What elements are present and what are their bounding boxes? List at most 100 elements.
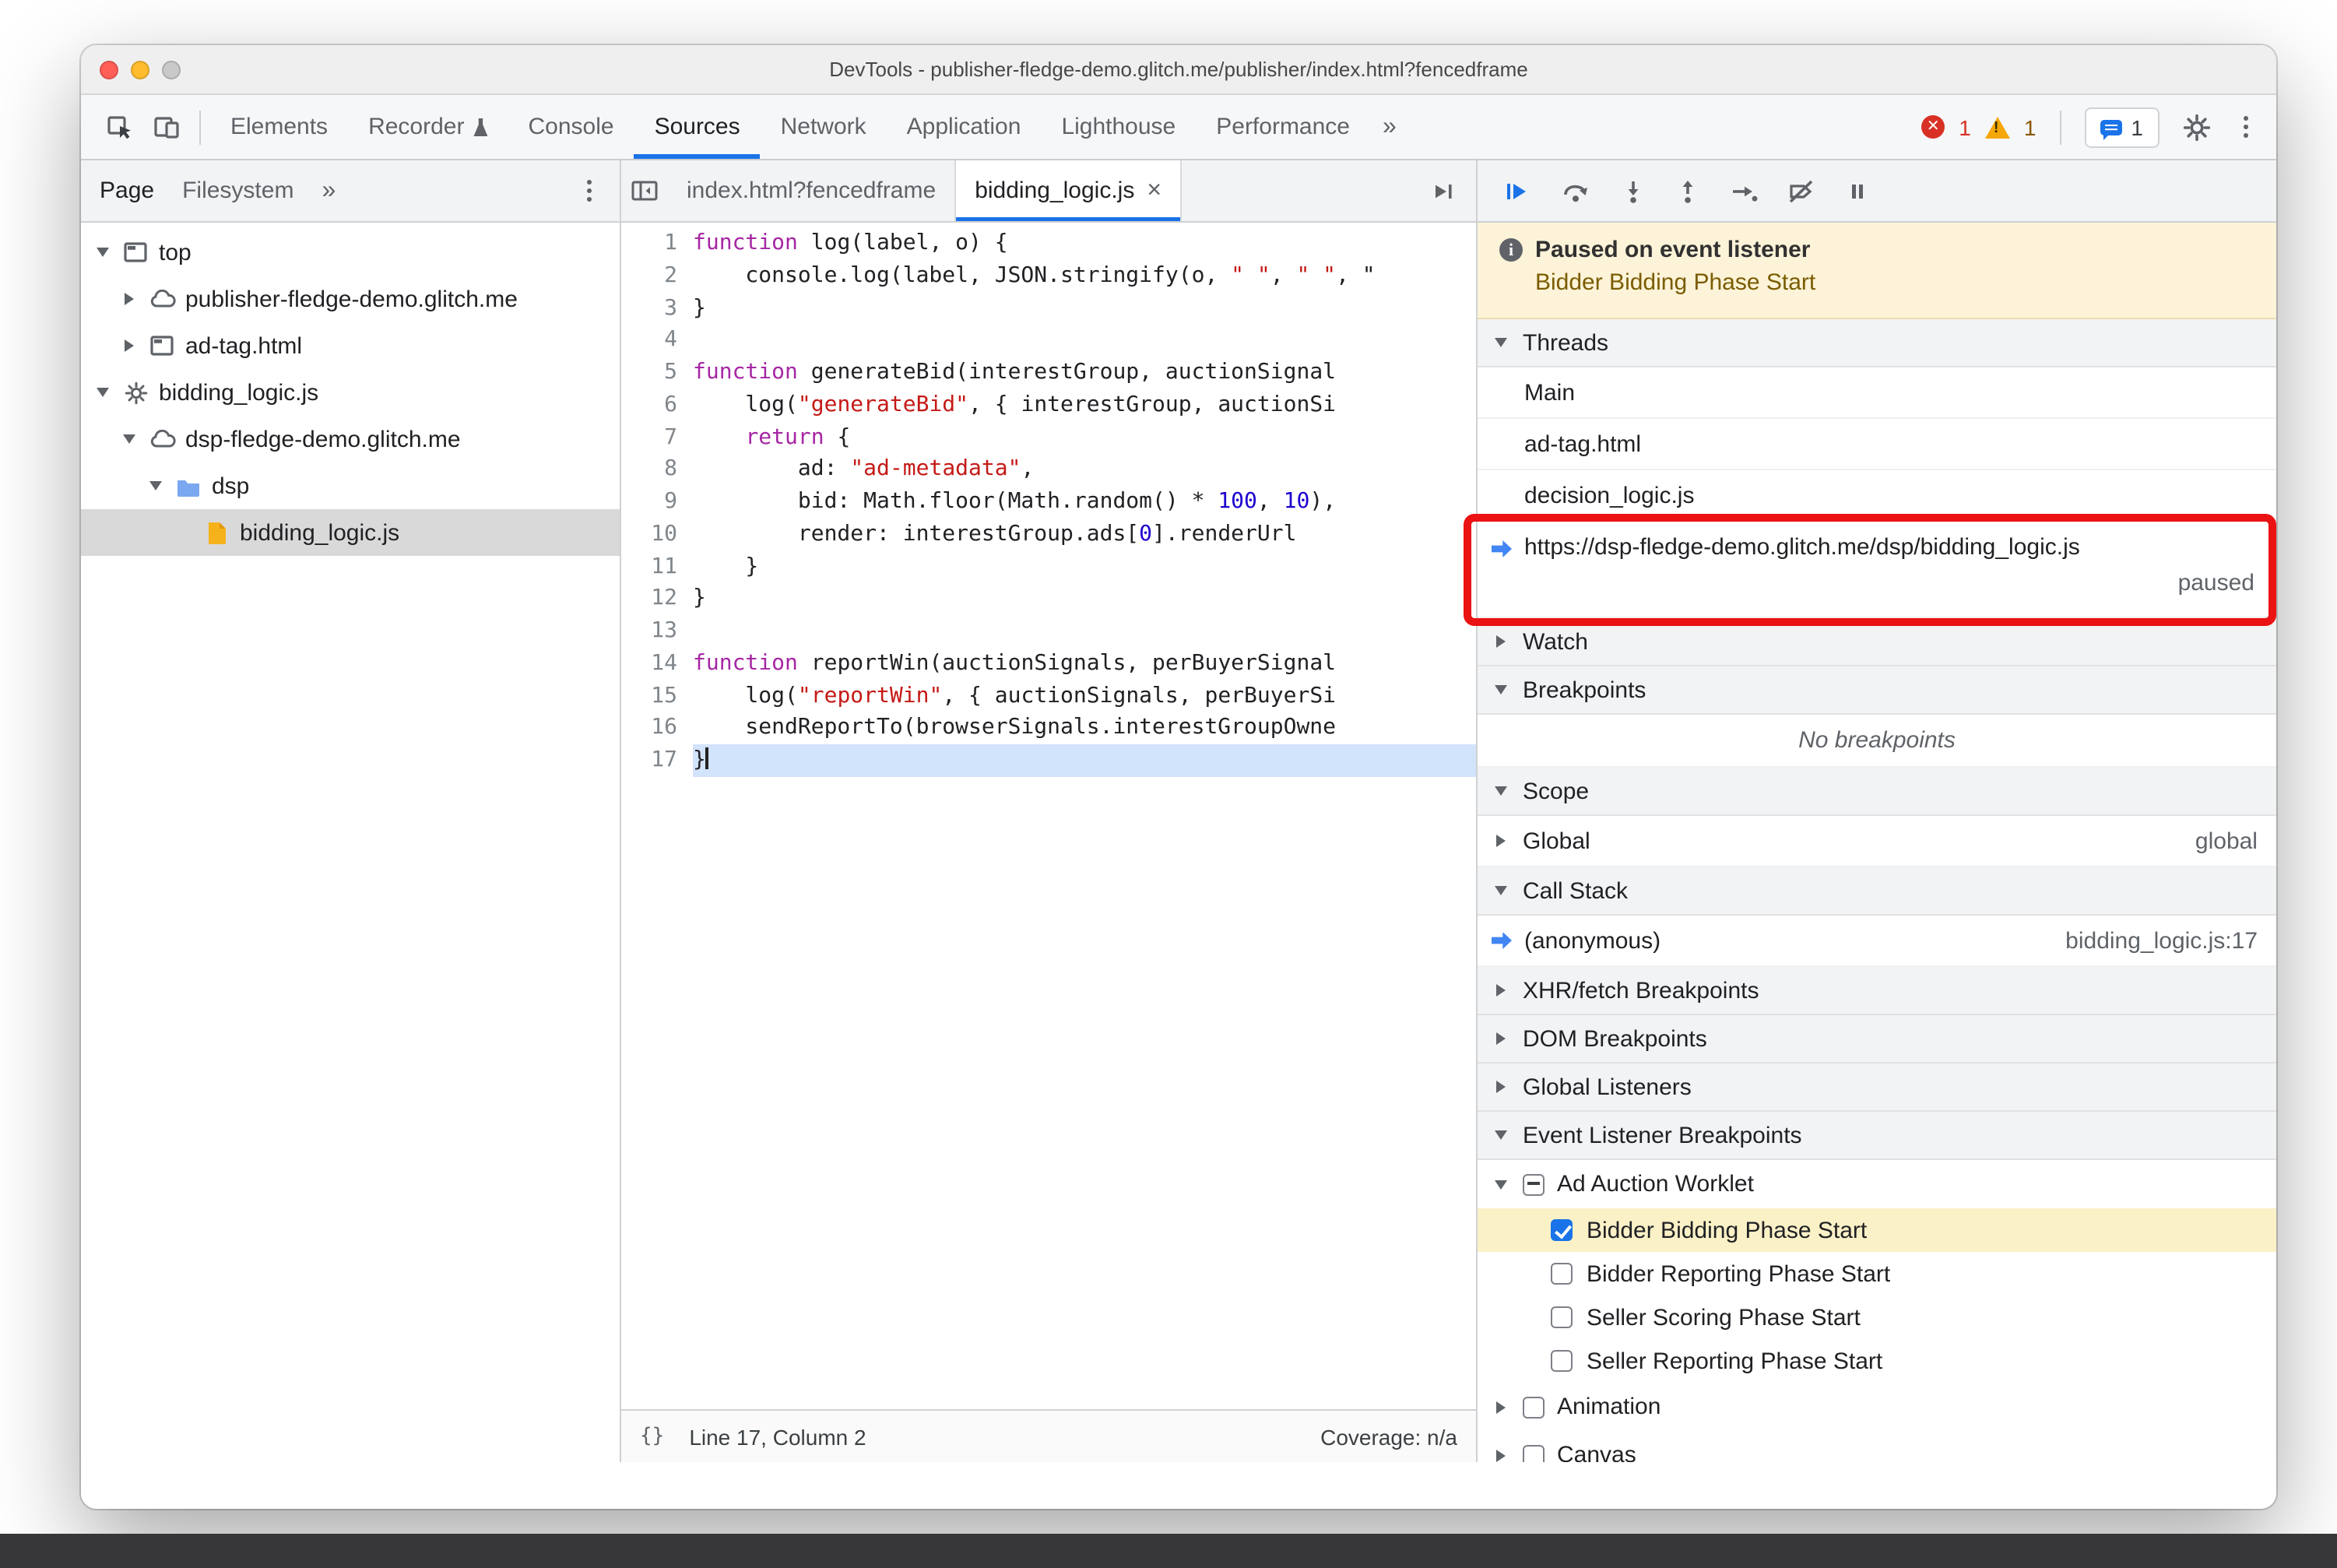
line-number[interactable]: 1	[621, 227, 693, 260]
disclosure-triangle-icon[interactable]	[125, 293, 134, 305]
line-number[interactable]: 7	[621, 421, 693, 454]
line-number[interactable]: 3	[621, 292, 693, 325]
code-line[interactable]: 10 render: interestGroup.ads[0].renderUr…	[621, 519, 1476, 551]
thread-item-decision-logic[interactable]: decision_logic.js	[1478, 470, 2276, 522]
code-line[interactable]: 9 bid: Math.floor(Math.random() * 100, 1…	[621, 486, 1476, 519]
line-number[interactable]: 8	[621, 454, 693, 487]
device-toolbar-icon[interactable]	[143, 95, 190, 159]
thread-item-bidding-logic-current[interactable]: https://dsp-fledge-demo.glitch.me/dsp/bi…	[1478, 522, 2276, 618]
line-number[interactable]: 6	[621, 389, 693, 422]
editor-tab-index-html[interactable]: index.html?fencedframe	[668, 160, 957, 221]
elb-category-canvas[interactable]: Canvas	[1478, 1431, 2276, 1462]
navigator-more-options-icon[interactable]	[586, 188, 592, 194]
pretty-print-button[interactable]: {}	[640, 1425, 664, 1448]
toggle-debugger-sidebar-icon[interactable]	[1420, 160, 1467, 221]
line-number[interactable]: 5	[621, 357, 693, 389]
tree-item-publisher-fledge-demo-glitch-me[interactable]: publisher-fledge-demo.glitch.me	[81, 276, 620, 322]
code-line[interactable]: 2 console.log(label, JSON.stringify(o, "…	[621, 260, 1476, 293]
dom-breakpoints-section-header[interactable]: DOM Breakpoints	[1478, 1015, 2276, 1063]
scope-item-global[interactable]: Global global	[1478, 816, 2276, 867]
code-editor[interactable]: 1 function log(label, o) {2 console.log(l…	[621, 223, 1476, 1409]
disclosure-triangle-icon[interactable]	[1496, 1449, 1506, 1461]
tree-item-dsp-fledge-demo-glitch-me[interactable]: dsp-fledge-demo.glitch.me	[81, 416, 620, 462]
editor-tab-bidding-logic-js[interactable]: bidding_logic.js ×	[956, 160, 1183, 221]
line-number[interactable]: 15	[621, 680, 693, 712]
code-line[interactable]: 5 function generateBid(interestGroup, auc…	[621, 357, 1476, 389]
elb-item-bidder-bidding-phase-start[interactable]: Bidder Bidding Phase Start	[1478, 1208, 2276, 1252]
line-number[interactable]: 14	[621, 648, 693, 680]
resume-script-icon[interactable]	[1502, 178, 1530, 203]
line-number[interactable]: 16	[621, 712, 693, 745]
line-number[interactable]: 10	[621, 519, 693, 551]
error-badge-icon[interactable]: ✕	[1921, 115, 1945, 139]
disclosure-triangle-icon[interactable]	[1495, 1180, 1507, 1189]
global-listeners-section-header[interactable]: Global Listeners	[1478, 1063, 2276, 1112]
checkbox-canvas[interactable]	[1523, 1444, 1545, 1462]
call-stack-frame[interactable]: (anonymous) bidding_logic.js:17	[1478, 916, 2276, 967]
pause-on-exceptions-icon[interactable]	[1845, 178, 1870, 203]
code-line[interactable]: 11 }	[621, 550, 1476, 583]
zoom-window-button[interactable]	[162, 61, 181, 79]
call-stack-section-header[interactable]: Call Stack	[1478, 867, 2276, 916]
thread-item-main[interactable]: Main	[1478, 367, 2276, 419]
frame-location[interactable]: bidding_logic.js:17	[2065, 927, 2258, 954]
toggle-navigator-icon[interactable]	[621, 160, 668, 221]
tab-sources[interactable]: Sources	[634, 95, 761, 159]
disclosure-triangle-icon[interactable]	[97, 248, 109, 257]
warning-triangle-icon[interactable]	[1984, 116, 2010, 138]
tab-recorder[interactable]: Recorder	[348, 95, 508, 159]
line-number[interactable]: 4	[621, 325, 693, 357]
disclosure-triangle-icon[interactable]	[1496, 835, 1506, 847]
tree-item-ad-tag-html[interactable]: ad-tag.html	[81, 322, 620, 369]
tab-performance[interactable]: Performance	[1196, 95, 1370, 159]
elb-item-seller-scoring-phase-start[interactable]: Seller Scoring Phase Start	[1478, 1296, 2276, 1339]
code-line[interactable]: 6 log("generateBid", { interestGroup, au…	[621, 389, 1476, 422]
deactivate-breakpoints-icon[interactable]	[1787, 178, 1815, 203]
more-options-icon[interactable]	[2243, 124, 2248, 130]
code-line[interactable]: 4	[621, 325, 1476, 357]
elb-category-ad-auction-worklet[interactable]: Ad Auction Worklet	[1478, 1160, 2276, 1208]
line-number[interactable]: 11	[621, 550, 693, 583]
line-number[interactable]: 12	[621, 583, 693, 616]
more-tabs-button[interactable]: »	[1370, 95, 1409, 159]
tab-console[interactable]: Console	[508, 95, 634, 159]
line-number[interactable]: 2	[621, 260, 693, 293]
tab-application[interactable]: Application	[887, 95, 1042, 159]
code-line[interactable]: 8 ad: "ad-metadata",	[621, 454, 1476, 487]
code-line[interactable]: 12}	[621, 583, 1476, 616]
checkbox-bidder-bidding-phase-start[interactable]	[1551, 1219, 1573, 1241]
code-line[interactable]: 7 return {	[621, 421, 1476, 454]
code-line[interactable]: 13	[621, 615, 1476, 648]
checkbox-seller-reporting-phase-start[interactable]	[1551, 1350, 1573, 1372]
step-into-icon[interactable]	[1621, 178, 1646, 203]
code-line[interactable]: 16 sendReportTo(browserSignals.interestG…	[621, 712, 1476, 745]
tab-page[interactable]: Page	[100, 178, 154, 204]
minimize-window-button[interactable]	[131, 61, 149, 79]
line-number[interactable]: 13	[621, 615, 693, 648]
checkbox-animation[interactable]	[1523, 1396, 1545, 1418]
tab-network[interactable]: Network	[761, 95, 887, 159]
thread-item-ad-tag[interactable]: ad-tag.html	[1478, 419, 2276, 470]
warning-count[interactable]: 1	[2024, 114, 2037, 139]
step-icon[interactable]	[1730, 178, 1758, 203]
disclosure-triangle-icon[interactable]	[1496, 1401, 1506, 1413]
disclosure-triangle-icon[interactable]	[125, 339, 134, 352]
code-line[interactable]: 15 log("reportWin", { auctionSignals, pe…	[621, 680, 1476, 712]
code-line[interactable]: 3}	[621, 292, 1476, 325]
close-tab-icon[interactable]: ×	[1147, 178, 1161, 203]
checkbox-bidder-reporting-phase-start[interactable]	[1551, 1263, 1573, 1285]
tree-item-bidding-logic-js[interactable]: bidding_logic.js	[81, 509, 620, 556]
tree-item-bidding-logic-js[interactable]: bidding_logic.js	[81, 369, 620, 416]
tree-item-top[interactable]: top	[81, 229, 620, 276]
code-line[interactable]: 14 function reportWin(auctionSignals, per…	[621, 648, 1476, 680]
disclosure-triangle-icon[interactable]	[149, 481, 162, 490]
line-number[interactable]: 17	[621, 744, 693, 777]
tab-lighthouse[interactable]: Lighthouse	[1041, 95, 1196, 159]
code-line[interactable]: 1 function log(label, o) {	[621, 227, 1476, 260]
disclosure-triangle-icon[interactable]	[97, 388, 109, 397]
close-window-button[interactable]	[100, 61, 118, 79]
watch-section-header[interactable]: Watch	[1478, 618, 2276, 666]
line-number[interactable]: 9	[621, 486, 693, 519]
error-count[interactable]: 1	[1959, 114, 1971, 139]
step-over-icon[interactable]	[1560, 178, 1591, 203]
